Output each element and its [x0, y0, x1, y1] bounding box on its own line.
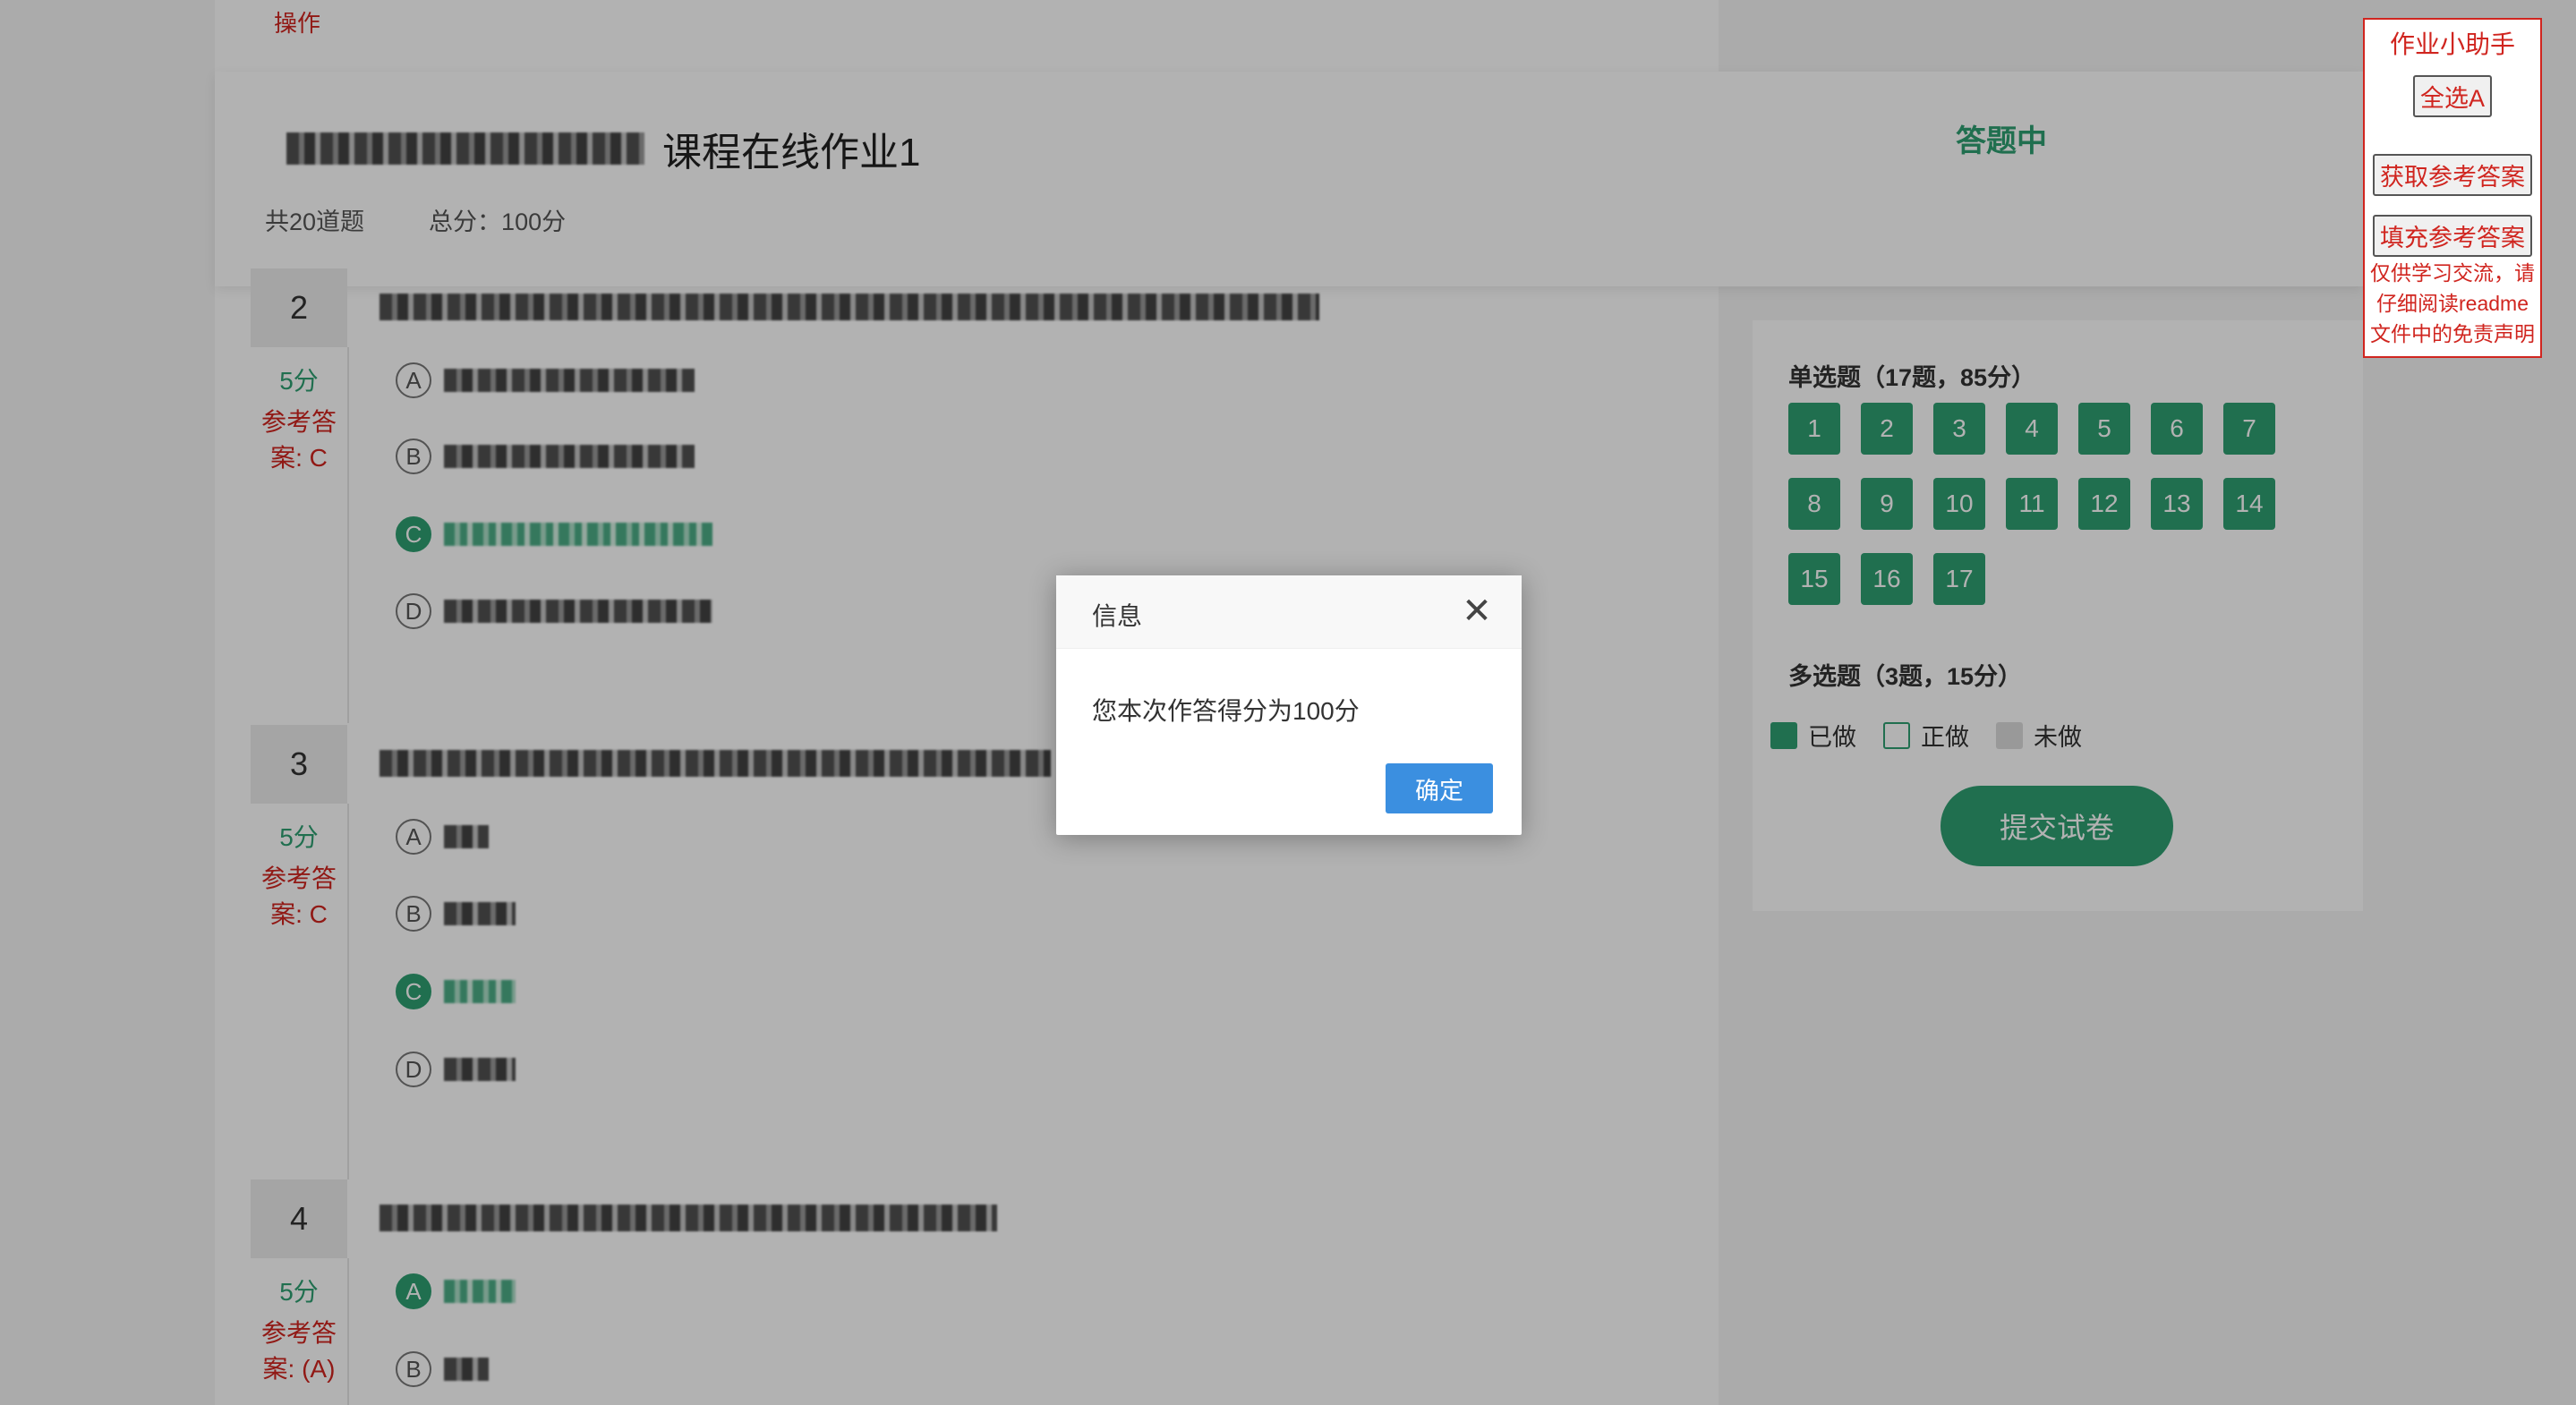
homework-helper-panel: 作业小助手 全选A 获取参考答案 填充参考答案 仅供学习交流，请仔细阅读read…	[2363, 18, 2542, 358]
dialog-message: 您本次作答得分为100分	[1092, 697, 1360, 725]
info-dialog: 信息 ✕ 您本次作答得分为100分 确定	[1056, 575, 1522, 835]
dialog-title: 信息	[1092, 602, 1143, 630]
select-all-a-button[interactable]: 全选A	[2412, 75, 2493, 117]
helper-title: 作业小助手	[2389, 30, 2515, 58]
close-icon[interactable]: ✕	[1459, 593, 1495, 629]
get-reference-answers-button[interactable]: 获取参考答案	[2373, 154, 2532, 196]
disclaimer-text: 仅供学习交流，请仔细阅读readme文件中的免责声明	[2370, 261, 2535, 345]
confirm-button[interactable]: 确定	[1386, 763, 1493, 813]
dialog-header: 信息 ✕	[1056, 575, 1522, 649]
fill-reference-answers-button[interactable]: 填充参考答案	[2373, 215, 2532, 257]
